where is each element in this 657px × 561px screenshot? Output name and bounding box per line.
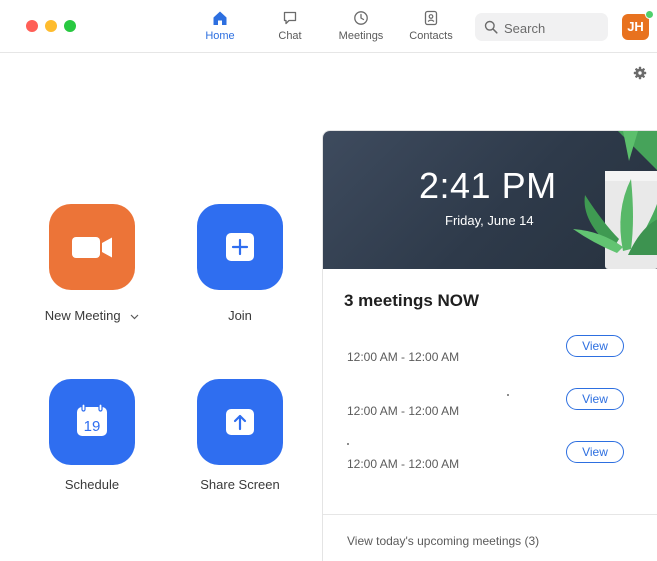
calendar-day-number: 19 [84, 418, 101, 435]
new-meeting-label: New Meeting [44, 308, 121, 323]
share-up-arrow-icon [226, 409, 254, 435]
meeting-time-range: 12:00 AM - 12:00 AM [347, 404, 460, 418]
divider [323, 514, 657, 515]
upcoming-meetings-link[interactable]: View today's upcoming meetings (3) [347, 534, 539, 548]
current-time: 2:41 PM [419, 165, 557, 206]
tab-contacts-label: Contacts [409, 30, 453, 42]
meetings-now-heading: 3 meetings NOW [344, 291, 480, 310]
new-meeting-label-group[interactable]: New Meeting [22, 308, 162, 323]
view-meeting-button[interactable]: View [566, 335, 624, 357]
tab-home-label: Home [205, 30, 235, 42]
meeting-time-range: 12:00 AM - 12:00 AM [347, 457, 460, 471]
home-icon [213, 11, 227, 25]
clock-banner: 2:41 PM Friday, June 14 [323, 131, 657, 269]
share-screen-button[interactable] [197, 379, 283, 465]
join-label: Join [228, 308, 252, 323]
tab-chat-label: Chat [278, 30, 302, 42]
zoom-app-window: Home Chat Meetings Contacts Search JH Ne… [0, 0, 657, 561]
dot-marker [507, 394, 509, 396]
join-button[interactable] [197, 204, 283, 290]
chat-bubble-icon [283, 11, 297, 25]
search-box[interactable] [475, 13, 608, 41]
meeting-time-range: 12:00 AM - 12:00 AM [347, 350, 460, 364]
schedule-button[interactable]: 19 [49, 379, 135, 465]
dot-marker [347, 443, 349, 445]
tab-meetings[interactable]: Meetings [329, 10, 393, 50]
tab-home[interactable]: Home [188, 10, 252, 50]
online-status-badge [645, 10, 654, 19]
view-meeting-button[interactable]: View [566, 388, 624, 410]
title-bar: Home Chat Meetings Contacts Search JH [0, 0, 657, 53]
video-camera-icon [72, 237, 112, 258]
plus-icon [226, 233, 254, 261]
share-screen-label: Share Screen [200, 477, 280, 492]
view-meeting-button[interactable]: View [566, 441, 624, 463]
tab-chat[interactable]: Chat [258, 10, 322, 50]
gear-icon[interactable] [633, 66, 647, 80]
chevron-down-icon[interactable] [130, 314, 139, 320]
schedule-label: Schedule [64, 477, 120, 492]
meetings-panel: 2:41 PM Friday, June 14 3 meetings NOW 1… [322, 130, 657, 561]
window-maximize-button[interactable] [64, 20, 76, 32]
calendar-icon: 19 [77, 403, 107, 436]
clock-icon [354, 11, 368, 25]
contact-card-icon [424, 10, 438, 26]
current-date: Friday, June 14 [445, 213, 534, 228]
new-meeting-button[interactable] [49, 204, 135, 290]
window-minimize-button[interactable] [45, 20, 57, 32]
window-close-button[interactable] [26, 20, 38, 32]
tab-contacts[interactable]: Contacts [399, 10, 463, 50]
tab-meetings-label: Meetings [338, 30, 384, 42]
avatar[interactable]: JH [622, 14, 649, 40]
search-input[interactable] [502, 17, 606, 39]
search-icon [484, 20, 498, 34]
